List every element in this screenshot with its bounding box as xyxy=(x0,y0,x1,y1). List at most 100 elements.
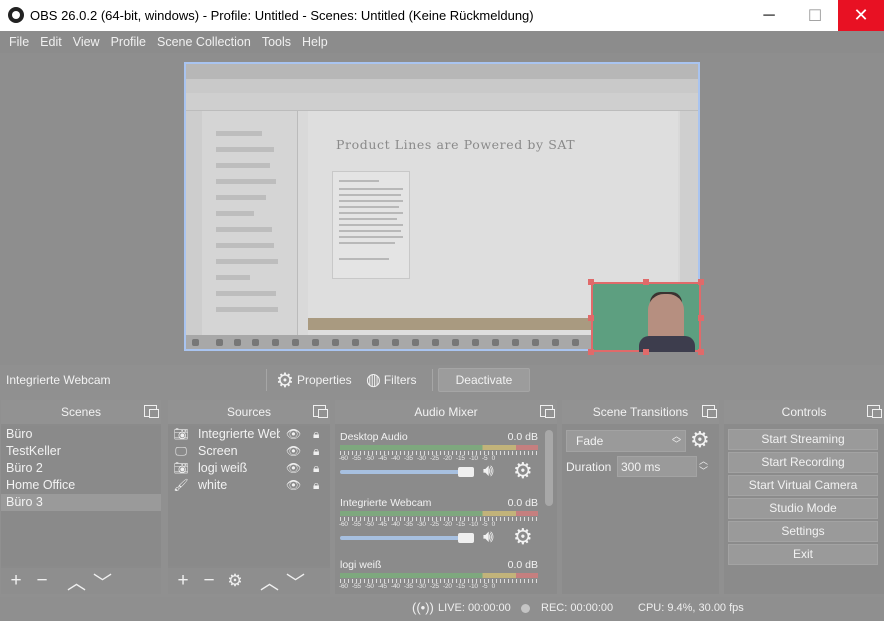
source-properties-button[interactable]: ⚙ xyxy=(226,571,244,591)
scenes-dock: Scenes Büro TestKeller Büro 2 Home Offic… xyxy=(1,400,161,594)
source-item[interactable]: 🖌︎ white 👁︎ 🔒︎ xyxy=(168,477,330,494)
captured-doc-thumbnail xyxy=(332,171,410,279)
resize-handle-br[interactable] xyxy=(698,349,704,355)
resize-handle-t[interactable] xyxy=(643,279,649,285)
close-button[interactable]: ✕ xyxy=(838,0,884,31)
settings-button[interactable]: Settings xyxy=(728,521,878,542)
start-recording-button[interactable]: Start Recording xyxy=(728,452,878,473)
source-item[interactable]: 📷︎ Integrierte Webcam 👁︎ 🔒︎ xyxy=(168,426,330,443)
resize-handle-b[interactable] xyxy=(643,349,649,355)
remove-scene-button[interactable]: − xyxy=(33,570,51,592)
scene-item[interactable]: Home Office xyxy=(1,477,161,494)
properties-button[interactable]: ⚙ Properties xyxy=(276,368,352,392)
start-streaming-button[interactable]: Start Streaming xyxy=(728,429,878,450)
undock-icon[interactable] xyxy=(540,405,555,418)
undock-icon[interactable] xyxy=(867,405,882,418)
meter-scale: -60 -55 -50 -45 -40 -35 -30 -25 -20 -15 … xyxy=(339,583,496,590)
volume-slider-knob[interactable] xyxy=(458,467,474,477)
source-name: Integrierte Webcam xyxy=(198,427,280,441)
volume-meter xyxy=(340,511,538,516)
sources-list: 📷︎ Integrierte Webcam 👁︎ 🔒︎ 🖵︎ Screen 👁︎… xyxy=(168,426,330,566)
undock-icon[interactable] xyxy=(144,405,159,418)
scene-item-selected[interactable]: Büro 3 xyxy=(1,494,161,511)
menu-scene-collection[interactable]: Scene Collection xyxy=(152,31,257,53)
undock-icon[interactable] xyxy=(702,405,717,418)
lock-icon[interactable]: 🔒︎ xyxy=(313,443,319,460)
record-dot-icon xyxy=(521,603,530,615)
volume-slider[interactable] xyxy=(340,470,470,474)
source-name: Screen xyxy=(198,444,238,458)
move-scene-down-button[interactable]: ﹀ xyxy=(93,568,112,595)
scene-item[interactable]: Büro 2 xyxy=(1,460,161,477)
minimize-button[interactable]: ─ xyxy=(746,0,792,31)
start-virtual-camera-button[interactable]: Start Virtual Camera xyxy=(728,475,878,496)
mixer-channel: Desktop Audio 0.0 dB -60 -55 -50 -45 -40… xyxy=(335,428,543,490)
menu-file[interactable]: File xyxy=(4,31,35,53)
lock-icon[interactable]: 🔒︎ xyxy=(313,477,319,494)
resize-handle-bl[interactable] xyxy=(588,349,594,355)
scenes-header: Scenes xyxy=(1,400,161,424)
menu-bar: File Edit View Profile Scene Collection … xyxy=(0,31,884,53)
speaker-icon[interactable]: 🔊︎ xyxy=(483,527,494,547)
menu-tools[interactable]: Tools xyxy=(257,31,297,53)
channel-db: 0.0 dB xyxy=(507,559,538,571)
lock-icon[interactable]: 🔒︎ xyxy=(313,460,319,477)
toolbar-separator xyxy=(432,369,433,391)
deactivate-button[interactable]: Deactivate xyxy=(438,368,530,392)
mixer-scrollbar[interactable] xyxy=(545,430,553,506)
visibility-eye-icon[interactable]: 👁︎ xyxy=(286,460,301,477)
captured-bookmarks-panel xyxy=(202,111,298,338)
camera-icon: 📷︎ xyxy=(173,461,189,475)
source-item[interactable]: 📷︎ logi weiß 👁︎ 🔒︎ xyxy=(168,460,330,477)
scene-item[interactable]: Büro xyxy=(1,426,161,443)
transition-select[interactable]: Fade xyxy=(566,430,686,452)
webcam-source-selected[interactable] xyxy=(591,282,701,352)
scene-transitions-header: Scene Transitions xyxy=(562,400,719,424)
menu-view[interactable]: View xyxy=(68,31,106,53)
audio-mixer-dock: Audio Mixer Desktop Audio 0.0 dB -60 -55… xyxy=(335,400,557,594)
speaker-icon[interactable]: 🔊︎ xyxy=(483,461,494,481)
gear-icon[interactable]: ⚙ xyxy=(690,427,710,453)
menu-edit[interactable]: Edit xyxy=(35,31,68,53)
add-source-button[interactable]: + xyxy=(174,570,192,592)
gear-icon[interactable]: ⚙ xyxy=(513,458,533,484)
visibility-eye-icon[interactable]: 👁︎ xyxy=(286,426,301,443)
gear-icon: ⚙ xyxy=(276,369,294,392)
resize-handle-r[interactable] xyxy=(698,315,704,321)
studio-mode-button[interactable]: Studio Mode xyxy=(728,498,878,519)
visibility-eye-icon[interactable]: 👁︎ xyxy=(286,477,301,494)
move-scene-up-button[interactable]: ︿ xyxy=(67,568,86,595)
duration-stepper[interactable]: ︿ ﹀ xyxy=(699,456,708,476)
toolbar-separator xyxy=(266,369,267,391)
exit-button[interactable]: Exit xyxy=(728,544,878,565)
current-source-label: Integrierte Webcam xyxy=(6,373,111,387)
source-item[interactable]: 🖵︎ Screen 👁︎ 🔒︎ xyxy=(168,443,330,460)
duration-input[interactable]: 300 ms xyxy=(617,456,697,477)
volume-slider-knob[interactable] xyxy=(458,533,474,543)
menu-help[interactable]: Help xyxy=(297,31,334,53)
add-scene-button[interactable]: + xyxy=(7,570,25,592)
monitor-icon: 🖵︎ xyxy=(175,444,187,458)
filter-icon: ◍ xyxy=(366,370,381,389)
maximize-button[interactable]: ☐ xyxy=(792,0,838,31)
lock-icon[interactable]: 🔒︎ xyxy=(313,426,319,443)
audio-mixer-header: Audio Mixer xyxy=(335,400,557,424)
menu-profile[interactable]: Profile xyxy=(106,31,152,53)
resize-handle-l[interactable] xyxy=(588,315,594,321)
gear-icon[interactable]: ⚙ xyxy=(513,524,533,550)
resize-handle-tr[interactable] xyxy=(698,279,704,285)
move-source-down-button[interactable]: ﹀ xyxy=(286,568,305,595)
mixer-channels: Desktop Audio 0.0 dB -60 -55 -50 -45 -40… xyxy=(335,424,543,594)
remove-source-button[interactable]: − xyxy=(200,570,218,592)
captured-side-icons xyxy=(186,111,202,338)
scene-item[interactable]: TestKeller xyxy=(1,443,161,460)
move-source-up-button[interactable]: ︿ xyxy=(260,568,279,595)
channel-name: Desktop Audio xyxy=(340,431,408,443)
resize-handle-tl[interactable] xyxy=(588,279,594,285)
preview-area[interactable]: Product Lines are Powered by SAT xyxy=(0,53,884,365)
visibility-eye-icon[interactable]: 👁︎ xyxy=(286,443,301,460)
undock-icon[interactable] xyxy=(313,405,328,418)
channel-db: 0.0 dB xyxy=(507,497,538,509)
filters-button[interactable]: ◍ Filters xyxy=(366,368,417,392)
volume-slider[interactable] xyxy=(340,536,470,540)
